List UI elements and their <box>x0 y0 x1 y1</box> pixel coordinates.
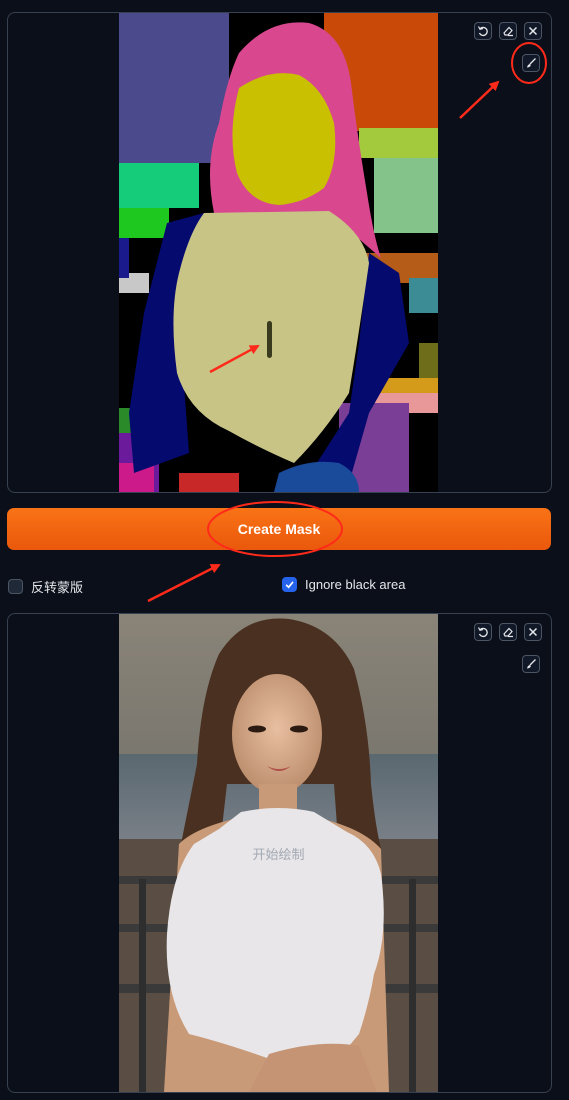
ignore-black-option[interactable]: Ignore black area <box>282 577 405 592</box>
mask-editor-panel[interactable] <box>7 12 552 493</box>
erase-button[interactable] <box>499 22 517 40</box>
photo-editor-panel[interactable]: 开始绘制 <box>7 613 552 1093</box>
brush-button[interactable] <box>522 54 540 72</box>
ignore-black-label: Ignore black area <box>305 577 406 592</box>
brush-icon <box>527 659 536 669</box>
undo-icon <box>477 627 488 638</box>
invert-mask-option[interactable]: 反转蒙版 <box>8 577 83 596</box>
portrait-photo[interactable]: 开始绘制 <box>119 614 438 1092</box>
close-icon <box>528 627 538 637</box>
invert-mask-label: 反转蒙版 <box>31 580 84 595</box>
invert-mask-checkbox[interactable] <box>8 579 23 594</box>
undo-button[interactable] <box>474 22 492 40</box>
create-mask-pointer-arrow <box>147 563 221 603</box>
close-icon <box>528 26 538 36</box>
brush-icon <box>527 58 536 68</box>
checkmark-icon <box>285 581 294 589</box>
brush-button[interactable] <box>522 655 540 673</box>
eraser-icon <box>503 627 513 638</box>
undo-icon <box>477 26 488 37</box>
ignore-black-checkbox[interactable] <box>282 577 297 592</box>
undo-button[interactable] <box>474 623 492 641</box>
close-button[interactable] <box>524 22 542 40</box>
erase-button[interactable] <box>499 623 517 641</box>
close-button[interactable] <box>524 623 542 641</box>
segmentation-mask-image[interactable] <box>119 13 438 492</box>
segmentation-mask-canvas[interactable] <box>119 13 438 492</box>
eraser-icon <box>503 26 513 37</box>
create-mask-button[interactable]: Create Mask <box>7 508 551 550</box>
start-drawing-hint: 开始绘制 <box>252 847 305 862</box>
